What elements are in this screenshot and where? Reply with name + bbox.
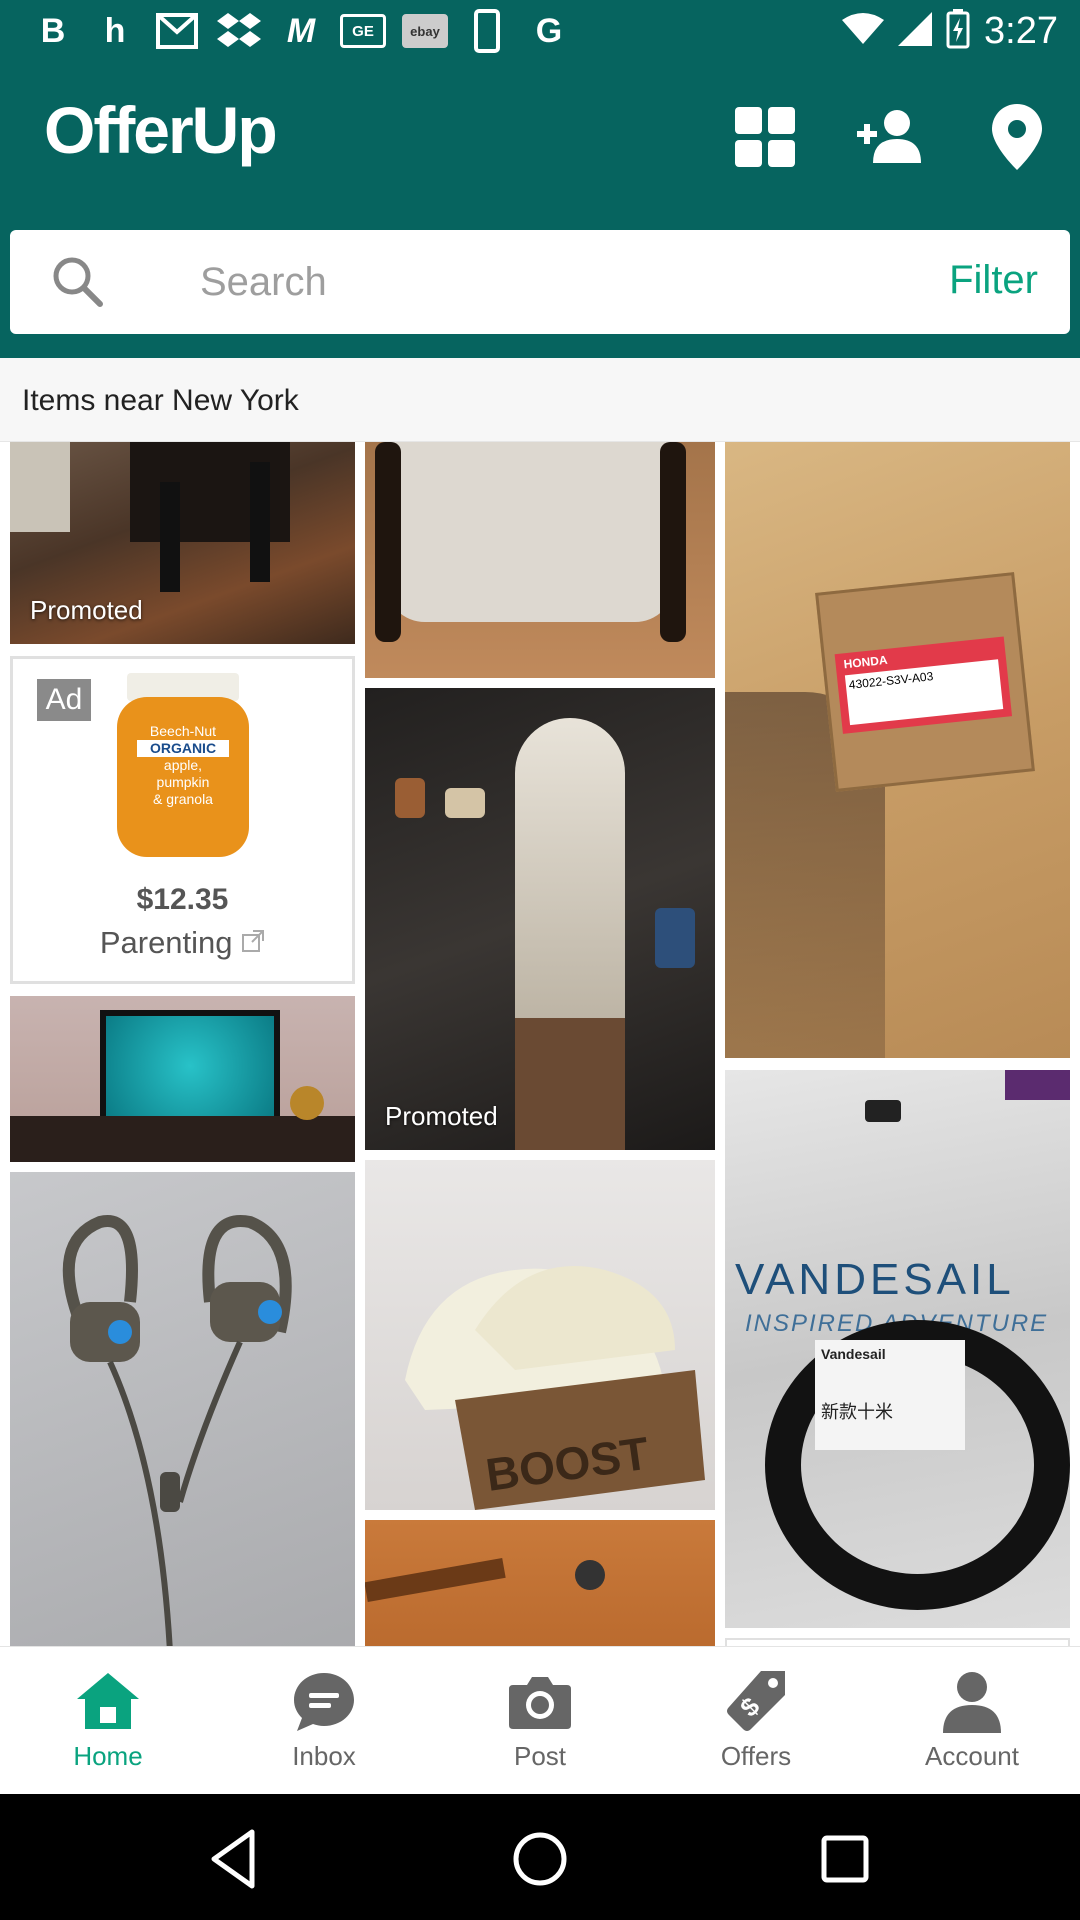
item-image [365, 1557, 506, 1603]
price-tag-icon: $ [721, 1667, 791, 1737]
ad-price: $12.35 [136, 883, 229, 916]
system-navigation-bar [0, 1794, 1080, 1920]
wifi-icon [842, 12, 885, 51]
add-person-icon[interactable] [856, 102, 926, 172]
baby-food-jar-image: Beech-Nut ORGANIC apple, pumpkin & grano… [117, 673, 249, 859]
grid-icon[interactable] [730, 102, 800, 172]
chair-image [385, 442, 675, 622]
nav-home[interactable]: Home [0, 1667, 216, 1787]
sticker-brand: Vandesail [821, 1346, 886, 1362]
honda-part-number: 43022-S3V-A03 [844, 659, 1004, 726]
listing-tile[interactable] [10, 996, 355, 1162]
person-icon [937, 1667, 1007, 1737]
signal-icon [898, 11, 933, 51]
ad-category-label: Parenting [99, 925, 233, 960]
nav-account[interactable]: Account [864, 1667, 1080, 1787]
vandesail-brand: VANDESAIL [735, 1255, 1015, 1304]
h-app-icon: h [104, 11, 126, 50]
listing-tile[interactable] [10, 1172, 355, 1646]
ebay-icon: ebay [402, 14, 448, 48]
status-bar: B h M GE ebay G 3:27 [0, 0, 1080, 62]
bottom-navigation: Home Inbox Post $ Offers Account [0, 1646, 1080, 1794]
honda-label: HONDA [842, 652, 889, 672]
listing-tile[interactable] [725, 1638, 1070, 1646]
notification-icons: B h M GE ebay G [30, 8, 572, 54]
honda-box-image: HONDA 43022-S3V-A03 [815, 572, 1035, 792]
ad-card[interactable]: Ad Beech-Nut ORGANIC apple, pumpkin & gr… [10, 656, 355, 984]
nav-offers-label: Offers [720, 1741, 792, 1771]
m-app-icon: M [286, 11, 316, 50]
nav-home-label: Home [73, 1741, 143, 1771]
promoted-label: Promoted [385, 1101, 498, 1131]
ge-icon: GE [340, 14, 386, 48]
earphones-image [62, 1215, 292, 1646]
nav-post-label: Post [513, 1741, 567, 1771]
location-header: Items near New York [0, 358, 1080, 442]
back-icon[interactable] [200, 1824, 270, 1894]
product-organic: ORGANIC [137, 740, 229, 757]
item-image [100, 1010, 280, 1122]
system-status: 3:27 [842, 8, 1058, 54]
product-flavor: apple, pumpkin [156, 757, 210, 790]
home-button-icon[interactable] [505, 1824, 575, 1894]
search-icon [50, 254, 106, 310]
recents-icon[interactable] [810, 1824, 880, 1894]
nav-inbox[interactable]: Inbox [216, 1667, 432, 1787]
sticker-chinese: 新款十米 [821, 1402, 893, 1422]
listing-tile[interactable]: Promoted [365, 688, 715, 1150]
clock: 3:27 [984, 9, 1058, 52]
product-flavor-2: & granola [153, 791, 213, 807]
chat-icon [289, 1667, 359, 1737]
phone-icon [464, 8, 510, 54]
nav-account-label: Account [925, 1741, 1019, 1771]
item-image [10, 442, 70, 532]
closet-image [515, 718, 625, 1048]
b-app-icon: B [40, 11, 66, 50]
location-label: Items near New York [22, 384, 299, 417]
app-header: OfferUp Search Filter [0, 62, 1080, 358]
item-feed[interactable]: Promoted Ad Beech-Nut ORGANIC apple, pum… [0, 442, 1080, 1646]
search-bar[interactable]: Search Filter [10, 230, 1070, 334]
location-pin-icon[interactable] [982, 102, 1052, 172]
filter-button[interactable]: Filter [949, 258, 1038, 303]
search-input[interactable]: Search [200, 260, 327, 305]
nav-post[interactable]: Post [432, 1667, 648, 1787]
listing-tile[interactable]: Promoted [10, 442, 355, 644]
listing-tile[interactable]: VANDESAIL INSPIRED ADVENTURE Vandesail 新… [725, 1070, 1070, 1628]
battery-icon [946, 8, 970, 54]
camera-icon [505, 1667, 575, 1737]
product-sticker: Vandesail 新款十米 [815, 1340, 965, 1450]
app-logo: OfferUp [44, 93, 278, 167]
dropbox-icon [216, 8, 262, 54]
ad-category: Parenting [13, 925, 352, 961]
product-brand: Beech-Nut [149, 723, 217, 739]
nav-offers[interactable]: $ Offers [648, 1667, 864, 1787]
sneakers-image: BOOST [405, 1266, 705, 1510]
ad-badge: Ad [37, 679, 91, 721]
external-link-icon [241, 925, 265, 960]
mail-icon [154, 8, 200, 54]
google-icon: G [535, 11, 563, 50]
home-icon [73, 1667, 143, 1737]
listing-tile[interactable] [365, 1520, 715, 1646]
nav-inbox-label: Inbox [292, 1741, 356, 1771]
listing-tile[interactable]: BOOST [365, 1160, 715, 1510]
listing-tile[interactable]: HONDA 43022-S3V-A03 [725, 442, 1070, 1058]
promoted-label: Promoted [30, 595, 143, 625]
listing-tile[interactable] [365, 442, 715, 678]
